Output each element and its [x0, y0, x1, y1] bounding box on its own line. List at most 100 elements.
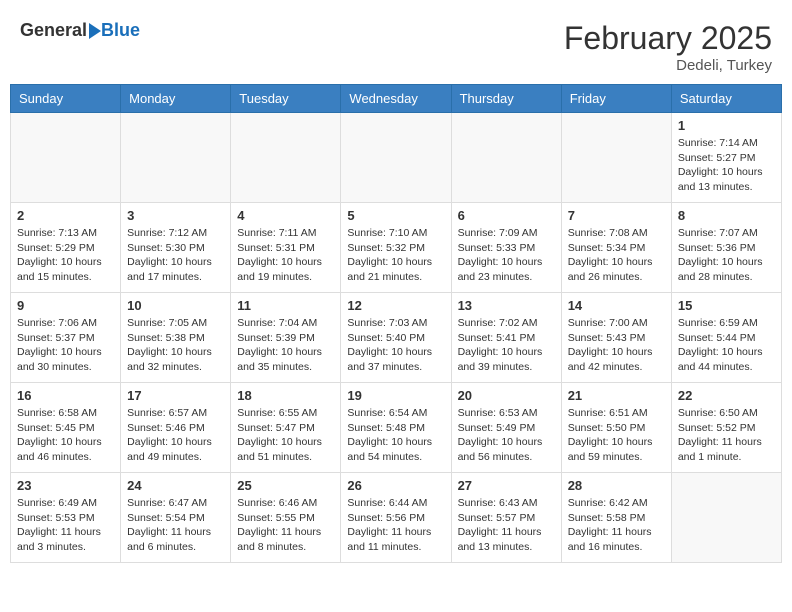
logo-blue: Blue — [101, 20, 140, 41]
calendar-cell: 27 Sunrise: 6:43 AM Sunset: 5:57 PM Dayli… — [451, 473, 561, 563]
calendar-week-row: 16Sunrise: 6:58 AM Sunset: 5:45 PM Dayli… — [11, 383, 782, 473]
day-info: Sunrise: 7:03 AM Sunset: 5:40 PM Dayligh… — [347, 316, 444, 375]
day-number: 22 — [678, 388, 775, 403]
day-info: Sunrise: 6:55 AM Sunset: 5:47 PM Dayligh… — [237, 406, 334, 465]
day-number: 18 — [237, 388, 334, 403]
day-info: Sunrise: 6:59 AM Sunset: 5:44 PM Dayligh… — [678, 316, 775, 375]
day-info: Sunrise: 6:49 AM Sunset: 5:53 PM Dayligh… — [17, 496, 114, 555]
day-number: 25 — [237, 478, 334, 493]
page-header: General Blue February 2025 Dedeli, Turke… — [10, 10, 782, 79]
day-number: 12 — [347, 298, 444, 313]
day-number: 20 — [458, 388, 555, 403]
day-number: 21 — [568, 388, 665, 403]
calendar-cell — [11, 113, 121, 203]
day-number: 17 — [127, 388, 224, 403]
day-number: 1 — [678, 118, 775, 133]
day-info: Sunrise: 6:57 AM Sunset: 5:46 PM Dayligh… — [127, 406, 224, 465]
location: Dedeli, Turkey — [564, 57, 772, 74]
day-number: 23 — [17, 478, 114, 493]
day-number: 15 — [678, 298, 775, 313]
day-number: 26 — [347, 478, 444, 493]
day-number: 10 — [127, 298, 224, 313]
day-info: Sunrise: 7:00 AM Sunset: 5:43 PM Dayligh… — [568, 316, 665, 375]
calendar-cell: 3 Sunrise: 7:12 AM Sunset: 5:30 PM Daylig… — [121, 203, 231, 293]
day-of-week-header: Thursday — [451, 85, 561, 113]
day-info: Sunrise: 6:42 AM Sunset: 5:58 PM Dayligh… — [568, 496, 665, 555]
day-number: 5 — [347, 208, 444, 223]
calendar-cell — [231, 113, 341, 203]
day-info: Sunrise: 7:10 AM Sunset: 5:32 PM Dayligh… — [347, 226, 444, 285]
calendar-cell: 21 Sunrise: 6:51 AM Sunset: 5:50 PM Dayli… — [561, 383, 671, 473]
calendar-cell: 9 Sunrise: 7:06 AM Sunset: 5:37 PM Daylig… — [11, 293, 121, 383]
calendar-week-row: 9 Sunrise: 7:06 AM Sunset: 5:37 PM Daylig… — [11, 293, 782, 383]
calendar-cell: 12 Sunrise: 7:03 AM Sunset: 5:40 PM Dayli… — [341, 293, 451, 383]
day-info: Sunrise: 6:54 AM Sunset: 5:48 PM Dayligh… — [347, 406, 444, 465]
day-info: Sunrise: 6:51 AM Sunset: 5:50 PM Dayligh… — [568, 406, 665, 465]
calendar-cell — [671, 473, 781, 563]
calendar-cell: 28 Sunrise: 6:42 AM Sunset: 5:58 PM Dayli… — [561, 473, 671, 563]
day-number: 28 — [568, 478, 665, 493]
calendar-cell: 8 Sunrise: 7:07 AM Sunset: 5:36 PM Daylig… — [671, 203, 781, 293]
calendar-week-row: 2 Sunrise: 7:13 AM Sunset: 5:29 PM Daylig… — [11, 203, 782, 293]
calendar-cell: 4Sunrise: 7:11 AM Sunset: 5:31 PM Daylig… — [231, 203, 341, 293]
day-info: Sunrise: 7:11 AM Sunset: 5:31 PM Dayligh… — [237, 226, 334, 285]
calendar-cell: 2 Sunrise: 7:13 AM Sunset: 5:29 PM Daylig… — [11, 203, 121, 293]
day-number: 19 — [347, 388, 444, 403]
day-of-week-header: Saturday — [671, 85, 781, 113]
calendar-cell — [451, 113, 561, 203]
calendar-cell: 15 Sunrise: 6:59 AM Sunset: 5:44 PM Dayli… — [671, 293, 781, 383]
day-info: Sunrise: 7:02 AM Sunset: 5:41 PM Dayligh… — [458, 316, 555, 375]
logo-general: General — [20, 20, 87, 41]
day-info: Sunrise: 7:04 AM Sunset: 5:39 PM Dayligh… — [237, 316, 334, 375]
calendar-cell — [341, 113, 451, 203]
day-info: Sunrise: 7:12 AM Sunset: 5:30 PM Dayligh… — [127, 226, 224, 285]
day-info: Sunrise: 7:05 AM Sunset: 5:38 PM Dayligh… — [127, 316, 224, 375]
day-number: 11 — [237, 298, 334, 313]
day-info: Sunrise: 7:07 AM Sunset: 5:36 PM Dayligh… — [678, 226, 775, 285]
day-info: Sunrise: 6:46 AM Sunset: 5:55 PM Dayligh… — [237, 496, 334, 555]
day-number: 2 — [17, 208, 114, 223]
calendar-cell: 18 Sunrise: 6:55 AM Sunset: 5:47 PM Dayli… — [231, 383, 341, 473]
calendar-cell: 25 Sunrise: 6:46 AM Sunset: 5:55 PM Dayli… — [231, 473, 341, 563]
day-of-week-header: Monday — [121, 85, 231, 113]
calendar-cell: 24Sunrise: 6:47 AM Sunset: 5:54 PM Dayli… — [121, 473, 231, 563]
calendar-cell: 26Sunrise: 6:44 AM Sunset: 5:56 PM Dayli… — [341, 473, 451, 563]
calendar-cell: 22 Sunrise: 6:50 AM Sunset: 5:52 PM Dayli… — [671, 383, 781, 473]
day-info: Sunrise: 6:50 AM Sunset: 5:52 PM Dayligh… — [678, 406, 775, 465]
calendar-cell: 1Sunrise: 7:14 AM Sunset: 5:27 PM Daylig… — [671, 113, 781, 203]
calendar-cell: 16Sunrise: 6:58 AM Sunset: 5:45 PM Dayli… — [11, 383, 121, 473]
day-of-week-header: Friday — [561, 85, 671, 113]
calendar-table: SundayMondayTuesdayWednesdayThursdayFrid… — [10, 84, 782, 563]
month-title: February 2025 — [564, 20, 772, 57]
day-info: Sunrise: 7:13 AM Sunset: 5:29 PM Dayligh… — [17, 226, 114, 285]
calendar-header-row: SundayMondayTuesdayWednesdayThursdayFrid… — [11, 85, 782, 113]
calendar-cell: 14 Sunrise: 7:00 AM Sunset: 5:43 PM Dayli… — [561, 293, 671, 383]
title-area: February 2025 Dedeli, Turkey — [564, 20, 772, 74]
calendar-cell: 13 Sunrise: 7:02 AM Sunset: 5:41 PM Dayli… — [451, 293, 561, 383]
day-info: Sunrise: 7:08 AM Sunset: 5:34 PM Dayligh… — [568, 226, 665, 285]
day-info: Sunrise: 6:53 AM Sunset: 5:49 PM Dayligh… — [458, 406, 555, 465]
day-info: Sunrise: 7:09 AM Sunset: 5:33 PM Dayligh… — [458, 226, 555, 285]
day-number: 6 — [458, 208, 555, 223]
calendar-cell: 7 Sunrise: 7:08 AM Sunset: 5:34 PM Daylig… — [561, 203, 671, 293]
day-number: 16 — [17, 388, 114, 403]
calendar-week-row: 1Sunrise: 7:14 AM Sunset: 5:27 PM Daylig… — [11, 113, 782, 203]
calendar-cell: 10 Sunrise: 7:05 AM Sunset: 5:38 PM Dayli… — [121, 293, 231, 383]
calendar-cell: 17 Sunrise: 6:57 AM Sunset: 5:46 PM Dayli… — [121, 383, 231, 473]
day-number: 3 — [127, 208, 224, 223]
day-number: 14 — [568, 298, 665, 313]
day-info: Sunrise: 6:43 AM Sunset: 5:57 PM Dayligh… — [458, 496, 555, 555]
day-number: 27 — [458, 478, 555, 493]
calendar-week-row: 23 Sunrise: 6:49 AM Sunset: 5:53 PM Dayli… — [11, 473, 782, 563]
day-number: 24 — [127, 478, 224, 493]
logo-icon — [87, 21, 101, 41]
day-number: 8 — [678, 208, 775, 223]
day-of-week-header: Sunday — [11, 85, 121, 113]
day-number: 7 — [568, 208, 665, 223]
calendar-cell: 6 Sunrise: 7:09 AM Sunset: 5:33 PM Daylig… — [451, 203, 561, 293]
calendar-cell: 23 Sunrise: 6:49 AM Sunset: 5:53 PM Dayli… — [11, 473, 121, 563]
day-number: 9 — [17, 298, 114, 313]
day-number: 13 — [458, 298, 555, 313]
day-info: Sunrise: 7:06 AM Sunset: 5:37 PM Dayligh… — [17, 316, 114, 375]
calendar-cell: 5 Sunrise: 7:10 AM Sunset: 5:32 PM Daylig… — [341, 203, 451, 293]
